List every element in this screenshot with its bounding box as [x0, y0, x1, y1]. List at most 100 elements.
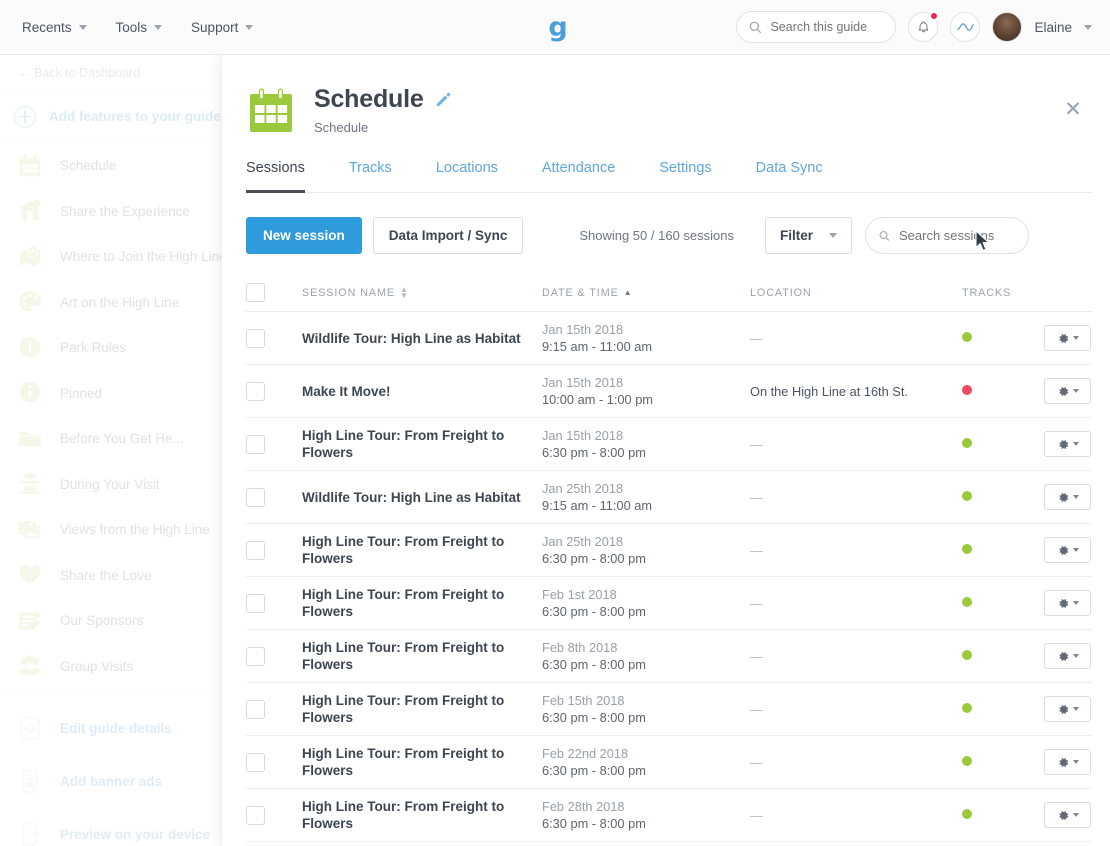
row-checkbox[interactable]	[246, 487, 265, 507]
cell-session-name: High Line Tour: From Freight to Flowers	[302, 534, 505, 566]
row-select-cell	[246, 434, 302, 454]
cell-date-time: Jan 15th 2018 6:30 pm - 8:00 pm	[542, 427, 750, 461]
tab-locations[interactable]: Locations	[436, 160, 498, 193]
modal-subtitle: Schedule	[314, 120, 369, 135]
table-row[interactable]: High Line Tour: From Freight to Flowers …	[246, 418, 1092, 471]
gear-icon	[1058, 598, 1068, 608]
session-time: 6:30 pm - 8:00 pm	[542, 763, 646, 778]
column-header-date-time[interactable]: DATE & TIME ▲	[542, 287, 750, 299]
sidebar-item-schedule[interactable]: Schedule	[0, 143, 221, 189]
sidebar-item-views-from-the-high-line[interactable]: Views from the High Line	[0, 507, 221, 553]
track-color-dot	[962, 491, 972, 501]
nav-item-recents[interactable]: Recents	[22, 20, 87, 35]
new-session-button[interactable]: New session	[246, 217, 362, 254]
select-all-checkbox[interactable]	[246, 283, 265, 302]
sidebar-item-share-the-love[interactable]: Share the Love	[0, 553, 221, 599]
user-menu-chevron-down-icon[interactable]	[1084, 24, 1092, 30]
notifications-button[interactable]	[908, 12, 939, 42]
row-checkbox[interactable]	[246, 540, 265, 560]
row-actions-button[interactable]	[1044, 325, 1091, 351]
cell-location: —	[750, 330, 763, 346]
cell-tracks	[962, 488, 1044, 506]
session-date: Feb 15th 2018	[542, 693, 625, 708]
sidebar-item-edit-guide-details[interactable]: Edit guide details	[0, 702, 221, 755]
table-row[interactable]: High Line Tour: From Freight to Flowers …	[246, 524, 1092, 577]
tab-sessions[interactable]: Sessions	[246, 160, 305, 193]
sidebar-item-art-on-the-high-line[interactable]: Art on the High Line	[0, 280, 221, 326]
column-header-session-name[interactable]: SESSION NAME ▲ ▼	[302, 285, 542, 299]
nav-item-support[interactable]: Support	[191, 20, 254, 35]
table-row[interactable]: High Line Tour: From Freight to Flowers …	[246, 736, 1092, 789]
row-actions-button[interactable]	[1044, 643, 1091, 669]
row-actions-button[interactable]	[1044, 484, 1091, 510]
analytics-button[interactable]	[950, 12, 981, 42]
sessions-table: SESSION NAME ▲ ▼ DATE & TIME ▲ LOCATION T…	[246, 282, 1092, 842]
guide-search-input[interactable]	[770, 20, 883, 34]
row-actions-button[interactable]	[1044, 749, 1091, 775]
sidebar-item-label: Park Rules	[60, 340, 127, 356]
sidebar-item-label: Preview on your device	[60, 827, 211, 842]
add-features-button[interactable]: Add features to your guide	[0, 91, 221, 143]
row-checkbox[interactable]	[246, 328, 265, 348]
modal-header: Schedule Schedule	[222, 55, 1110, 135]
sidebar-item-our-sponsors[interactable]: Our Sponsors	[0, 598, 221, 644]
table-row[interactable]: Wildlife Tour: High Line as Habitat Jan …	[246, 471, 1092, 524]
sidebar-item-before-you-get-he[interactable]: Before You Get He...	[0, 416, 221, 462]
table-row[interactable]: Make It Move! Jan 15th 2018 10:00 am - 1…	[246, 365, 1092, 418]
row-select-cell	[246, 752, 302, 772]
search-sessions-input[interactable]	[899, 228, 1015, 243]
row-checkbox[interactable]	[246, 805, 265, 825]
sidebar-item-pinned[interactable]: Pinned	[0, 371, 221, 417]
row-checkbox[interactable]	[246, 593, 265, 613]
row-checkbox[interactable]	[246, 752, 265, 772]
column-header-location[interactable]: LOCATION	[750, 287, 962, 299]
table-row[interactable]: High Line Tour: From Freight to Flowers …	[246, 789, 1092, 842]
sidebar-item-share-the-experience[interactable]: Share the Experience	[0, 189, 221, 235]
sidebar-footer-list: Edit guide details Add banner ads Previe…	[0, 702, 221, 846]
row-actions-button[interactable]	[1044, 590, 1091, 616]
back-to-dashboard-link[interactable]: ← Back to Dashboard	[0, 55, 221, 91]
data-import-sync-button[interactable]: Data Import / Sync	[372, 217, 524, 254]
row-select-cell	[246, 487, 302, 507]
tab-attendance[interactable]: Attendance	[542, 160, 615, 193]
filter-button[interactable]: Filter	[764, 217, 852, 254]
sidebar-item-add-banner-ads[interactable]: Add banner ads	[0, 755, 221, 808]
session-date: Jan 15th 2018	[542, 428, 624, 443]
column-header-tracks[interactable]: TRACKS	[962, 287, 1044, 299]
avatar[interactable]	[992, 12, 1023, 42]
pencil-icon[interactable]	[435, 92, 451, 108]
guide-search-box[interactable]	[736, 11, 897, 43]
sidebar-item-where-to-join-the-high-line[interactable]: Where to Join the High Line	[0, 234, 221, 280]
row-actions-button[interactable]	[1044, 431, 1091, 457]
sidebar-item-group-visits[interactable]: Group Visits	[0, 644, 221, 690]
sidebar-item-park-rules[interactable]: Park Rules	[0, 325, 221, 371]
palette-icon	[16, 289, 44, 315]
row-checkbox[interactable]	[246, 434, 265, 454]
activity-icon	[957, 23, 974, 31]
sidebar-item-preview-on-your-device[interactable]: Preview on your device	[0, 808, 221, 846]
table-row[interactable]: High Line Tour: From Freight to Flowers …	[246, 630, 1092, 683]
row-actions-button[interactable]	[1044, 802, 1091, 828]
cell-session-name: Make It Move!	[302, 383, 391, 399]
table-row[interactable]: High Line Tour: From Freight to Flowers …	[246, 577, 1092, 630]
close-icon[interactable]: ✕	[1060, 96, 1086, 122]
row-actions-button[interactable]	[1044, 696, 1091, 722]
nav-recents-label: Recents	[22, 19, 72, 35]
table-row[interactable]: Wildlife Tour: High Line as Habitat Jan …	[246, 312, 1092, 365]
sidebar: ← Back to Dashboard Add features to your…	[0, 55, 222, 846]
tab-data-sync[interactable]: Data Sync	[756, 160, 823, 193]
nav-item-tools[interactable]: Tools	[116, 20, 163, 35]
row-checkbox[interactable]	[246, 646, 265, 666]
tab-tracks[interactable]: Tracks	[349, 160, 392, 193]
guidebook-logo[interactable]: g	[545, 13, 571, 41]
row-actions-button[interactable]	[1044, 537, 1091, 563]
sidebar-item-during-your-visit[interactable]: During Your Visit	[0, 462, 221, 508]
session-date: Feb 8th 2018	[542, 640, 618, 655]
row-checkbox[interactable]	[246, 381, 265, 401]
row-actions-button[interactable]	[1044, 378, 1091, 404]
row-checkbox[interactable]	[246, 699, 265, 719]
search-sessions-box[interactable]	[865, 217, 1029, 254]
tab-settings[interactable]: Settings	[659, 160, 711, 193]
table-row[interactable]: High Line Tour: From Freight to Flowers …	[246, 683, 1092, 736]
photos-icon	[16, 517, 44, 543]
